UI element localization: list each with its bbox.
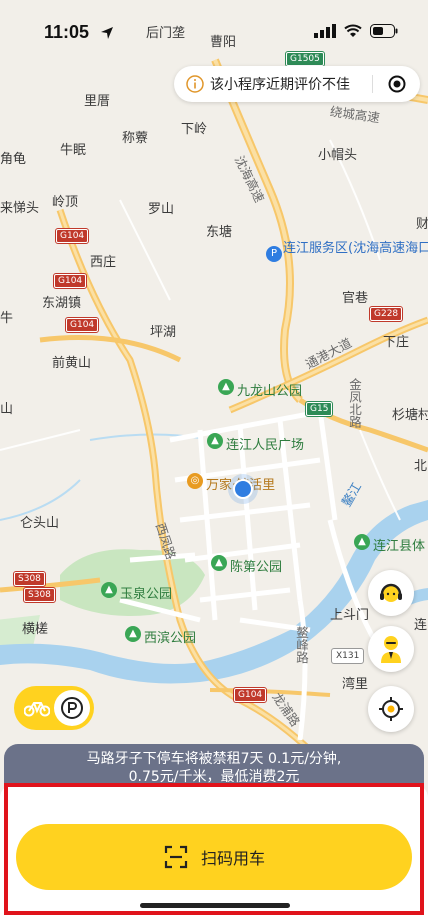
poi-label[interactable]: 连江人民广场: [226, 434, 304, 453]
highway-shield: G104: [232, 687, 268, 703]
status-bar: 11:05: [0, 0, 428, 58]
place-label: 横槎: [22, 622, 49, 637]
crosshair-icon: [379, 697, 403, 721]
headset-icon: [380, 583, 402, 602]
park-icon: ▲: [125, 626, 141, 642]
place-label: 前黄山: [52, 356, 92, 371]
banner-line-1: 马路牙子下停车将被禁租7天 0.1元/分钟,: [86, 751, 342, 767]
edge-label: 山: [0, 402, 14, 417]
place-label: 下岭: [181, 122, 208, 137]
highway-shield: G104: [54, 228, 90, 244]
scan-to-ride-button[interactable]: 扫码用车: [16, 824, 412, 890]
highway-shield: S308: [13, 571, 46, 587]
highway-shield: G104: [64, 317, 100, 333]
place-label: 下庄: [383, 335, 410, 350]
place-label: 称藔: [122, 131, 149, 146]
bicycle-icon: [24, 702, 50, 717]
place-label: 东塘: [206, 225, 233, 240]
place-label: 小帽头: [318, 148, 358, 163]
info-icon: [186, 75, 204, 93]
location-arrow-icon: [101, 27, 113, 39]
edge-label: 牛: [0, 311, 14, 326]
place-label: 牛眠: [60, 143, 87, 158]
park-icon: ▲: [211, 555, 227, 571]
road-label: 金凤北路: [347, 378, 362, 428]
service-area-icon: P: [266, 246, 282, 262]
scan-button-label: 扫码用车: [200, 849, 265, 868]
edge-label: 来悌头: [0, 201, 40, 216]
home-indicator: [140, 903, 290, 908]
place-label: 上斗门: [330, 608, 370, 623]
edge-label: 连: [414, 618, 428, 633]
place-label: 湾里: [342, 677, 369, 692]
park-icon: ▲: [354, 534, 370, 550]
park-icon: ▲: [218, 379, 234, 395]
parking-rule-banner: 马路牙子下停车将被禁租7天 0.1元/分钟, 0.75元/千米，最低消费2元: [4, 744, 424, 788]
place-label: 北: [414, 459, 428, 474]
scan-icon: [164, 845, 188, 869]
poi-label[interactable]: 玉泉公园: [120, 583, 172, 602]
road-label: 鳌峰路: [294, 626, 309, 664]
place-label: 官巷: [342, 291, 369, 306]
profile-button[interactable]: [368, 626, 414, 672]
parking-button[interactable]: [54, 690, 90, 726]
edge-label: 角龟: [0, 152, 27, 167]
poi-label[interactable]: 九龙山公园: [237, 380, 302, 399]
shopping-icon: ◎: [187, 473, 203, 489]
place-label: 财: [416, 217, 428, 232]
place-label: 仑头山: [20, 516, 60, 531]
highway-shield: G15: [304, 401, 334, 417]
poi-label[interactable]: 连江服务区(沈海高速海口方向): [283, 241, 428, 256]
place-label: 东湖镇: [42, 296, 82, 311]
rating-warning-text: 该小程序近期评价不佳: [210, 77, 350, 93]
battery-icon: [370, 24, 398, 38]
place-label: 坪湖: [150, 325, 177, 340]
bike-parking-toggle[interactable]: [14, 686, 94, 730]
cellular-signal-icon: [314, 24, 336, 38]
rating-warning-pill[interactable]: 该小程序近期评价不佳: [174, 66, 420, 102]
poi-label[interactable]: 西滨公园: [144, 627, 196, 646]
customer-service-button[interactable]: [368, 570, 414, 616]
place-label: 西庄: [90, 255, 117, 270]
wifi-icon: [344, 24, 362, 37]
highway-shield: X131: [330, 648, 365, 664]
clock: 11:05: [44, 22, 90, 42]
place-label: 罗山: [148, 202, 175, 217]
close-miniprogram-icon[interactable]: [388, 75, 406, 93]
highway-shield: G104: [52, 273, 88, 289]
highway-shield: S308: [23, 587, 56, 603]
divider: [372, 75, 373, 93]
parking-icon: [61, 697, 83, 719]
current-location-marker: [233, 479, 253, 499]
poi-label[interactable]: 陈第公园: [230, 556, 282, 575]
place-label: 杉塘村: [392, 408, 428, 423]
park-icon: ▲: [101, 582, 117, 598]
park-icon: ▲: [207, 433, 223, 449]
person-icon: [381, 636, 401, 663]
poi-label[interactable]: 连江县体: [373, 535, 425, 554]
highway-shield: G228: [368, 306, 404, 322]
place-label: 里厝: [84, 94, 111, 109]
locate-me-button[interactable]: [368, 686, 414, 732]
place-label: 岭顶: [52, 195, 79, 210]
